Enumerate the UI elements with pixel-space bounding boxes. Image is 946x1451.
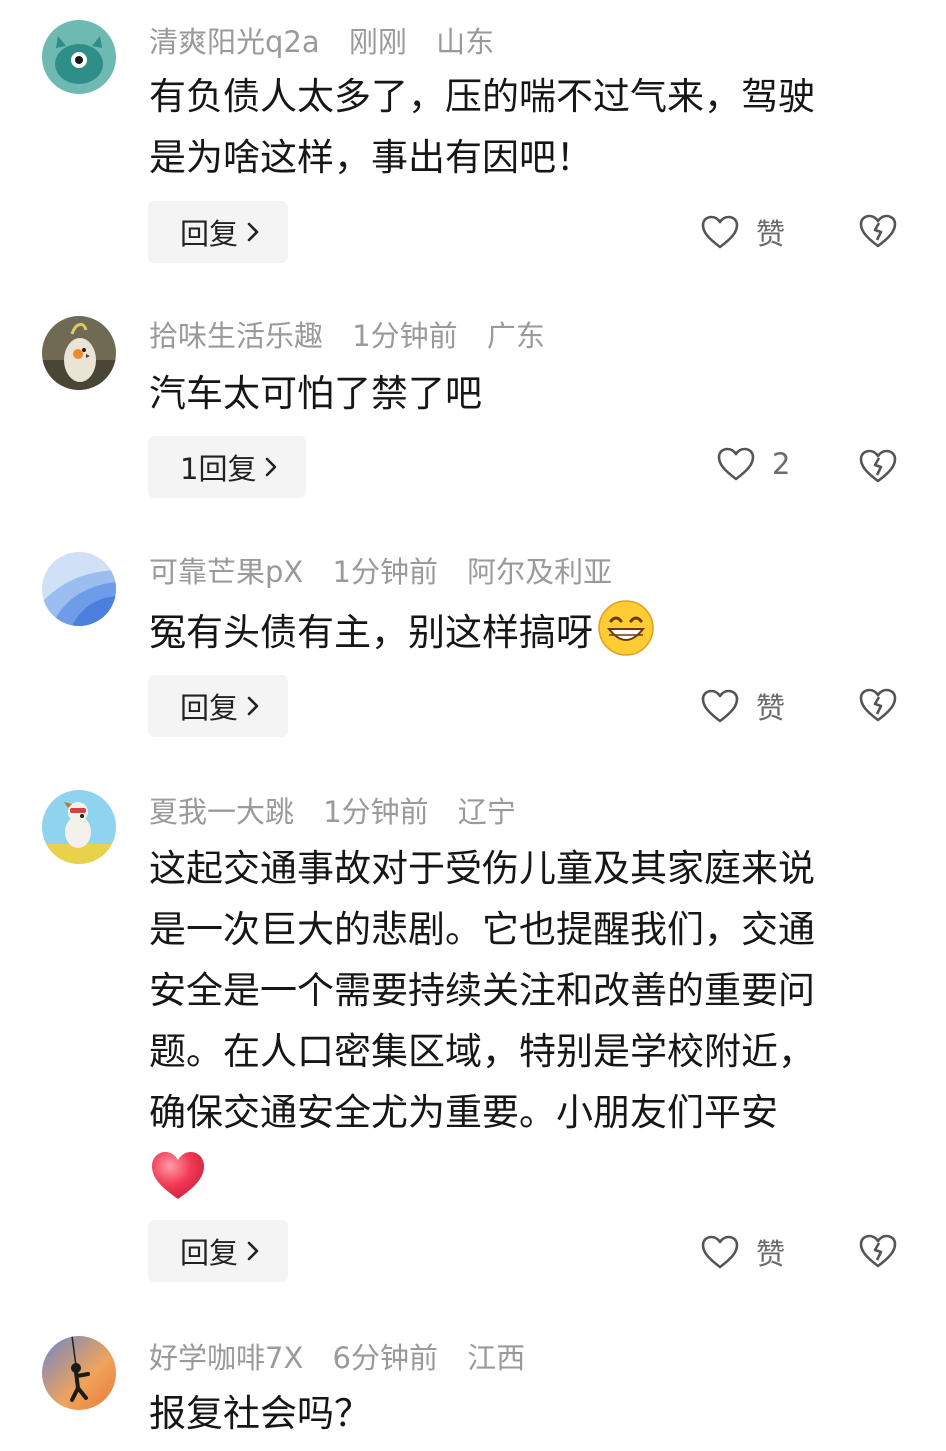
broken-heart-icon[interactable] (858, 1232, 898, 1270)
heart-outline-icon (701, 689, 739, 723)
username[interactable]: 可靠芒果pX (149, 555, 303, 589)
broken-heart-icon[interactable] (858, 447, 898, 485)
like-button[interactable]: 赞 (700, 685, 785, 727)
heart-outline-icon (701, 1235, 739, 1269)
comment-text: 这起交通事故对于受伤儿童及其家庭来说 是一次巨大的悲剧。它也提醒我们，交通 安全… (149, 838, 914, 1201)
location: 山东 (436, 25, 495, 59)
username[interactable]: 拾味生活乐趣 (149, 319, 323, 353)
timestamp: 1分钟前 (332, 555, 438, 589)
comment-meta: 可靠芒果pX 1分钟前 阿尔及利亚 (149, 552, 632, 592)
username[interactable]: 好学咖啡7X (149, 1341, 303, 1375)
timestamp: 刚刚 (348, 25, 407, 59)
dog-avatar-icon[interactable] (42, 790, 116, 864)
climber-avatar-icon[interactable] (42, 1336, 116, 1410)
comment-meta: 夏我一大跳 1分钟前 辽宁 (149, 792, 536, 832)
reply-button[interactable]: 回复 (148, 201, 289, 263)
location: 广东 (486, 319, 545, 353)
monster-avatar-icon[interactable] (42, 20, 116, 94)
grinning-face-emoji (598, 600, 654, 656)
comment-text: 报复社会吗？ (149, 1392, 371, 1435)
chevron-right-icon (247, 1241, 259, 1261)
timestamp: 1分钟前 (323, 795, 429, 829)
comment-meta: 拾味生活乐趣 1分钟前 广东 (149, 316, 565, 356)
comment-text: 有负债人太多了，压的喘不过气来，驾驶 是为啥这样，事出有因吧！ (149, 75, 815, 179)
timestamp: 6分钟前 (332, 1341, 438, 1375)
comment-meta: 好学咖啡7X 6分钟前 江西 (149, 1338, 545, 1378)
location: 阿尔及利亚 (467, 555, 613, 589)
like-button[interactable]: 赞 (700, 211, 785, 253)
location: 辽宁 (457, 795, 516, 829)
timestamp: 1分钟前 (352, 319, 458, 353)
username[interactable]: 清爽阳光q2a (149, 25, 320, 59)
red-heart-emoji (152, 1152, 204, 1199)
username[interactable]: 夏我一大跳 (149, 795, 294, 829)
comment-text: 冤有头债有主，别这样搞呀 (149, 599, 914, 660)
like-button[interactable]: 2 (716, 446, 790, 482)
like-button[interactable]: 赞 (700, 1231, 785, 1273)
comment-meta: 清爽阳光q2a 刚刚 山东 (149, 22, 514, 62)
blue-wave-avatar-icon[interactable] (42, 552, 116, 626)
cockatiel-avatar-icon[interactable] (42, 316, 116, 390)
heart-outline-icon (717, 447, 755, 481)
chevron-right-icon (266, 457, 277, 477)
reply-button[interactable]: 回复 (148, 1220, 289, 1282)
broken-heart-icon[interactable] (858, 212, 898, 250)
location: 江西 (467, 1341, 526, 1375)
heart-outline-icon (701, 215, 739, 249)
reply-button[interactable]: 回复 (148, 675, 289, 737)
comment-text: 汽车太可怕了禁了吧 (149, 372, 482, 415)
chevron-right-icon (247, 222, 259, 242)
broken-heart-icon[interactable] (858, 686, 898, 724)
chevron-right-icon (247, 696, 259, 716)
reply-button[interactable]: 1回复 (148, 436, 307, 498)
